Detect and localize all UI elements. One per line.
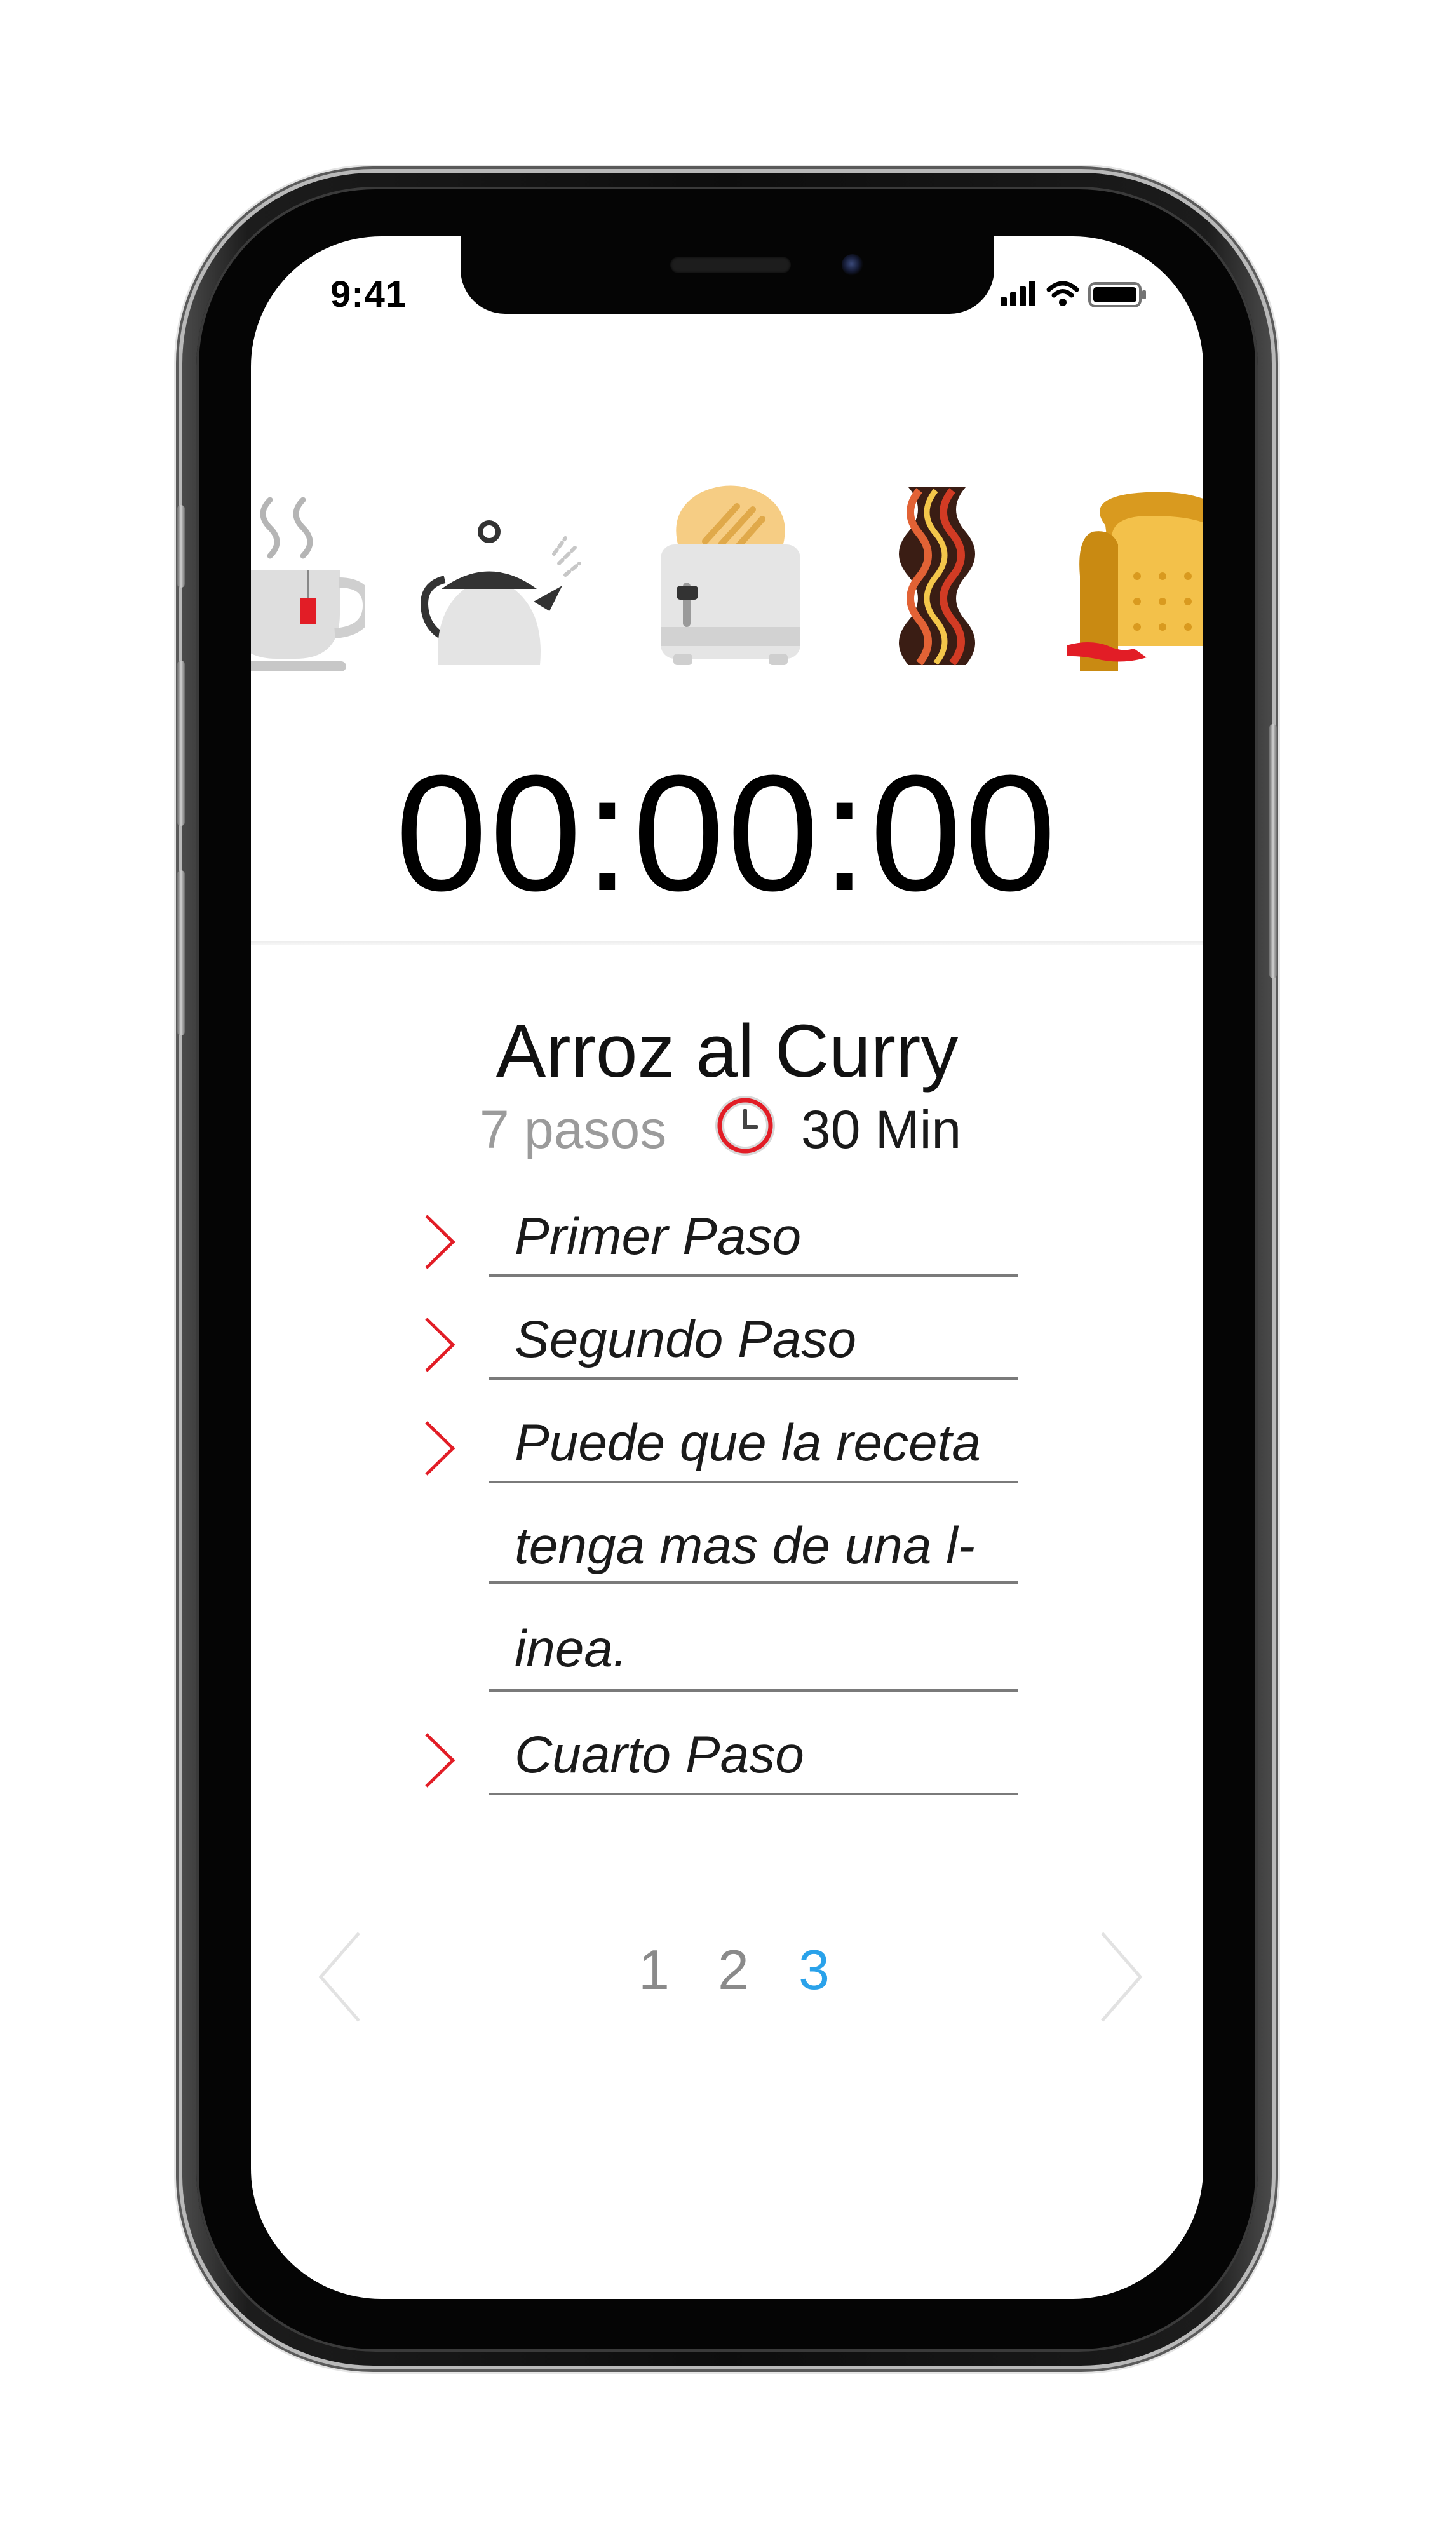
recipe-meta: 7 pasos 30 Min [480, 1096, 1051, 1163]
step-underline [489, 1793, 1018, 1795]
volume-up-button [177, 661, 185, 826]
chevron-right-icon [425, 1215, 455, 1269]
status-icons [1001, 281, 1146, 307]
step-underline [489, 1689, 1018, 1692]
food-carousel[interactable] [251, 481, 1203, 684]
step-text-line: Cuarto Paso [515, 1726, 804, 1784]
timer-display: 00:00:00 [395, 741, 1059, 926]
cellular-signal-icon [1001, 281, 1035, 306]
step-text-line: Primer Paso [515, 1208, 802, 1265]
page-1-button[interactable]: 1 [638, 1938, 670, 2002]
chevron-right-icon [425, 1318, 455, 1372]
clock-icon [715, 1096, 775, 1156]
prev-page-button[interactable] [314, 1929, 365, 2025]
app-screen: 9:41 00:00:00 Arroz al Curry 7 pasos 30 … [251, 236, 1203, 2299]
notch [461, 236, 994, 314]
next-page-button[interactable] [1096, 1929, 1147, 2025]
step-underline [489, 1377, 1018, 1380]
status-time: 9:41 [330, 274, 407, 315]
chevron-right-icon [425, 1421, 455, 1476]
step-underline [489, 1274, 1018, 1277]
chevron-right-icon [425, 1733, 455, 1788]
step-underline [489, 1481, 1018, 1483]
steps-count: 7 pasos [480, 1100, 667, 1159]
recipe-duration: 30 Min [801, 1100, 962, 1159]
earpiece-speaker [670, 257, 791, 273]
front-camera [842, 254, 863, 276]
page-3-button[interactable]: 3 [799, 1938, 830, 2002]
step-text-line: tenga mas de una l- [515, 1517, 975, 1575]
section-divider [251, 941, 1203, 945]
bacon-icon[interactable] [899, 481, 975, 671]
power-button [1269, 724, 1277, 978]
step-underline [489, 1581, 1018, 1584]
kettle-icon[interactable] [413, 519, 584, 671]
battery-icon [1088, 282, 1146, 307]
step-text-line: inea. [515, 1620, 628, 1678]
page-2-button[interactable]: 2 [718, 1938, 749, 2002]
wifi-icon [1046, 281, 1079, 306]
volume-down-button [177, 870, 185, 1035]
bread-icon[interactable] [1067, 487, 1203, 678]
recipe-title: Arroz al Curry [495, 1009, 959, 1093]
mute-switch [177, 505, 185, 588]
step-text-line: Segundo Paso [515, 1311, 857, 1368]
step-text-line: Puede que la receta [515, 1414, 981, 1472]
tea-cup-icon[interactable] [251, 494, 365, 678]
toaster-icon[interactable] [654, 481, 807, 671]
